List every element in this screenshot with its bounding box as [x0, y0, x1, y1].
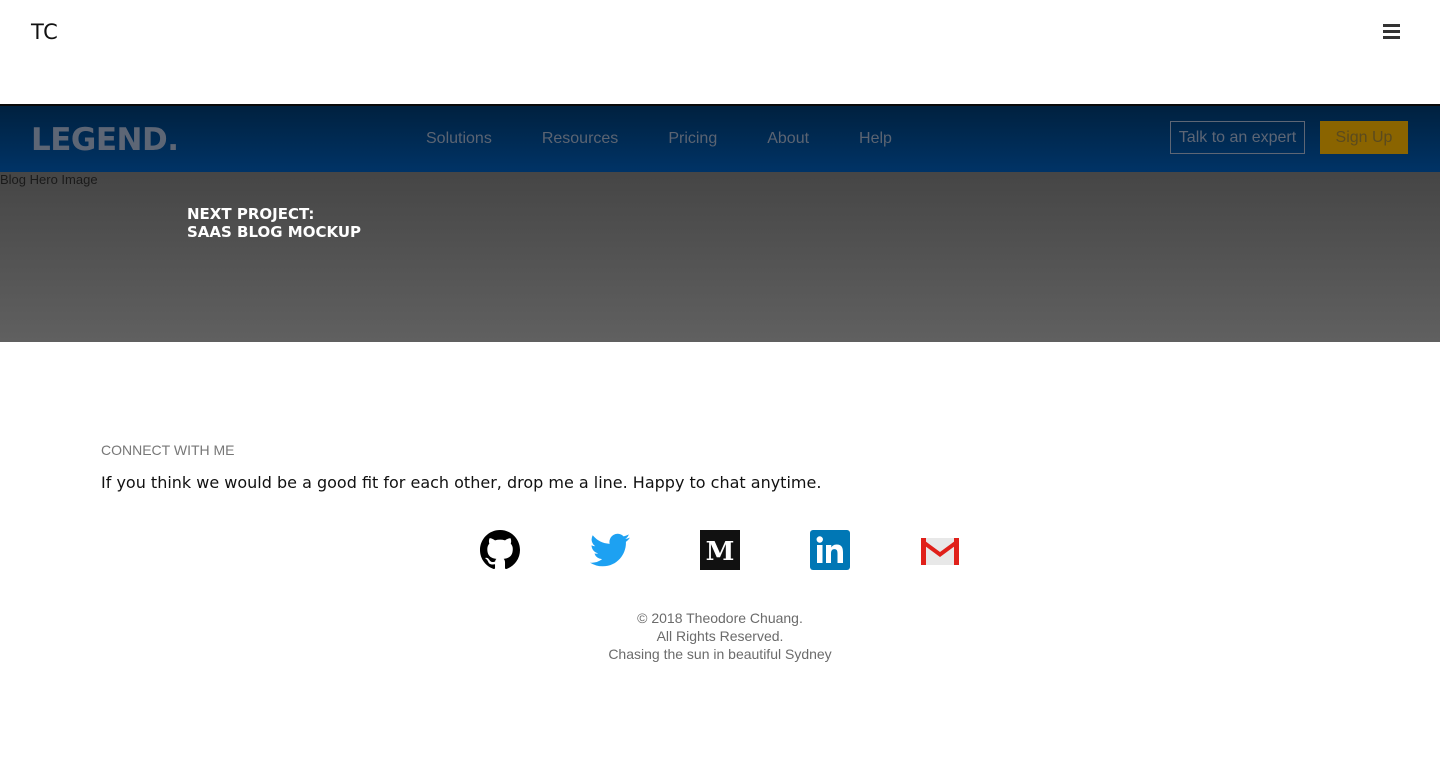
mock-nav-resources: Resources — [541, 130, 619, 147]
top-bar: TC — [0, 0, 1440, 104]
gmail-icon[interactable] — [920, 530, 960, 570]
brand-logo[interactable]: TC — [31, 20, 58, 44]
social-links: M — [480, 530, 960, 570]
hero-banner[interactable]: LEGEND. Solutions Resources Pricing Abou… — [0, 104, 1440, 342]
footer-rights: All Rights Reserved. — [656, 628, 784, 644]
connect-text: If you think we would be a good fit for … — [101, 473, 822, 492]
mock-nav-solutions: Solutions — [426, 130, 492, 147]
mock-nav-about: About — [767, 130, 810, 147]
svg-text:M: M — [706, 537, 735, 567]
footer-copyright: © 2018 Theodore Chuang. — [637, 610, 803, 626]
hero-title-line1: NEXT PROJECT: — [187, 205, 315, 223]
mock-nav-links: Solutions Resources Pricing About Help — [426, 130, 942, 148]
hamburger-menu-icon[interactable] — [1383, 24, 1401, 40]
mock-nav-help: Help — [859, 130, 892, 147]
github-icon[interactable] — [480, 530, 520, 570]
mock-logo: LEGEND. — [31, 122, 179, 158]
mock-expert-button: Talk to an expert — [1170, 121, 1305, 154]
footer-tagline: Chasing the sun in beautiful Sydney — [608, 646, 832, 662]
connect-heading: CONNECT WITH ME — [101, 442, 235, 458]
hero-image-alt-text: Blog Hero Image — [0, 172, 98, 187]
twitter-icon[interactable] — [590, 530, 630, 570]
hero-title-line2: SAAS BLOG MOCKUP — [187, 223, 362, 241]
hero-mock-navbar: LEGEND. Solutions Resources Pricing Abou… — [0, 104, 1440, 172]
footer: © 2018 Theodore Chuang. All Rights Reser… — [520, 609, 920, 663]
medium-icon[interactable]: M — [700, 530, 740, 570]
linkedin-icon[interactable] — [810, 530, 850, 570]
mock-signup-button: Sign Up — [1320, 121, 1408, 154]
hero-title[interactable]: NEXT PROJECT: SAAS BLOG MOCKUP — [187, 205, 361, 241]
mock-nav-pricing: Pricing — [668, 130, 718, 147]
